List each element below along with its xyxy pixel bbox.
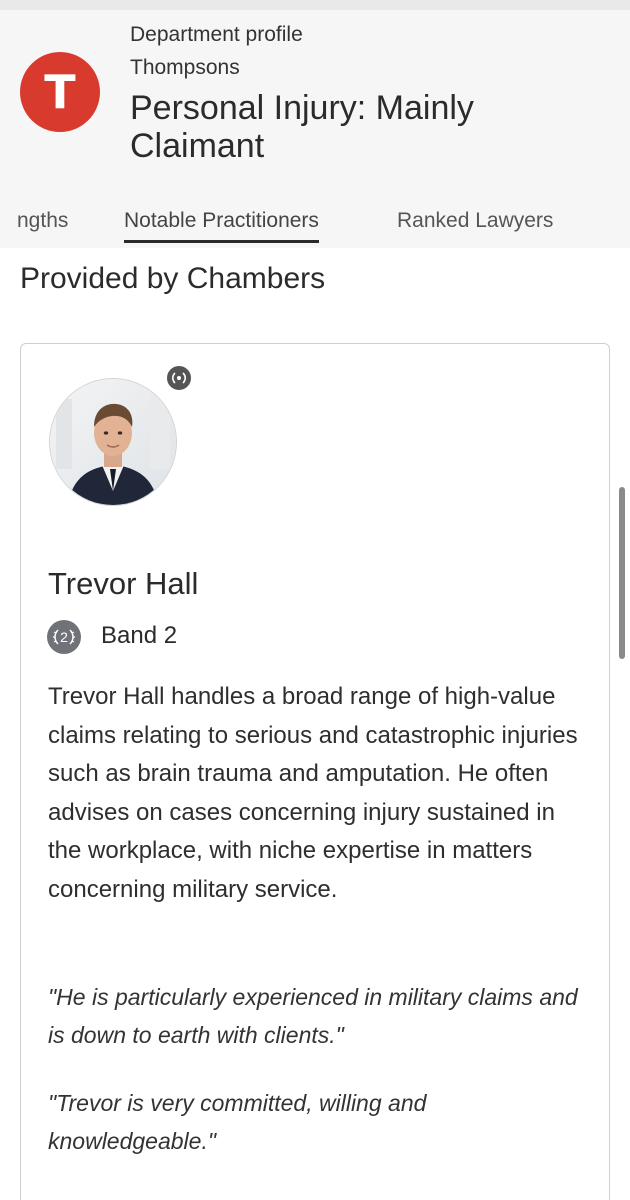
section-title: Provided by Chambers bbox=[20, 262, 326, 295]
department-title-line-1: Personal Injury: Mainly bbox=[130, 89, 474, 127]
band-label: Band 2 bbox=[101, 622, 178, 649]
tab-notable-practitioners[interactable]: Notable Practitioners bbox=[124, 206, 319, 243]
avatar[interactable] bbox=[49, 378, 177, 506]
band-laurel-icon: 2 bbox=[47, 620, 81, 654]
client-quote: "He is particularly experienced in milit… bbox=[48, 984, 578, 1048]
client-quote: "Trevor is very committed, willing and k… bbox=[48, 1090, 427, 1154]
practitioner-description: Trevor Hall handles a broad range of hig… bbox=[48, 683, 578, 903]
scrollbar[interactable] bbox=[619, 487, 625, 659]
department-title: Personal Injury: Mainly Claimant bbox=[130, 89, 610, 165]
practitioner-name[interactable]: Trevor Hall bbox=[48, 566, 198, 602]
firm-name[interactable]: Thompsons bbox=[130, 53, 610, 83]
thompsons-logo-icon: T bbox=[20, 52, 100, 132]
eyebrow-label: Department profile bbox=[130, 23, 303, 46]
laurel-icon bbox=[165, 364, 193, 392]
department-header: T Department profile Thompsons Personal … bbox=[0, 10, 630, 248]
portrait-image bbox=[50, 379, 176, 505]
department-title-line-2: Claimant bbox=[130, 127, 265, 165]
band-number: 2 bbox=[60, 629, 68, 645]
practitioner-card: Trevor Hall 2 Band 2 Trevor Hall handles… bbox=[20, 343, 610, 1200]
tab-strengths[interactable]: ngths bbox=[17, 206, 68, 240]
tab-ranked-lawyers[interactable]: Ranked Lawyers bbox=[397, 206, 553, 240]
logo-letter: T bbox=[44, 65, 76, 119]
tab-bar: ngths Notable Practitioners Ranked Lawye… bbox=[0, 206, 630, 250]
page: T Department profile Thompsons Personal … bbox=[0, 0, 630, 1200]
firm-logo[interactable]: T bbox=[20, 52, 132, 132]
avatar-wrap bbox=[49, 378, 177, 506]
status-strip bbox=[0, 0, 630, 10]
header-text: Department profile Thompsons Personal In… bbox=[130, 18, 610, 165]
